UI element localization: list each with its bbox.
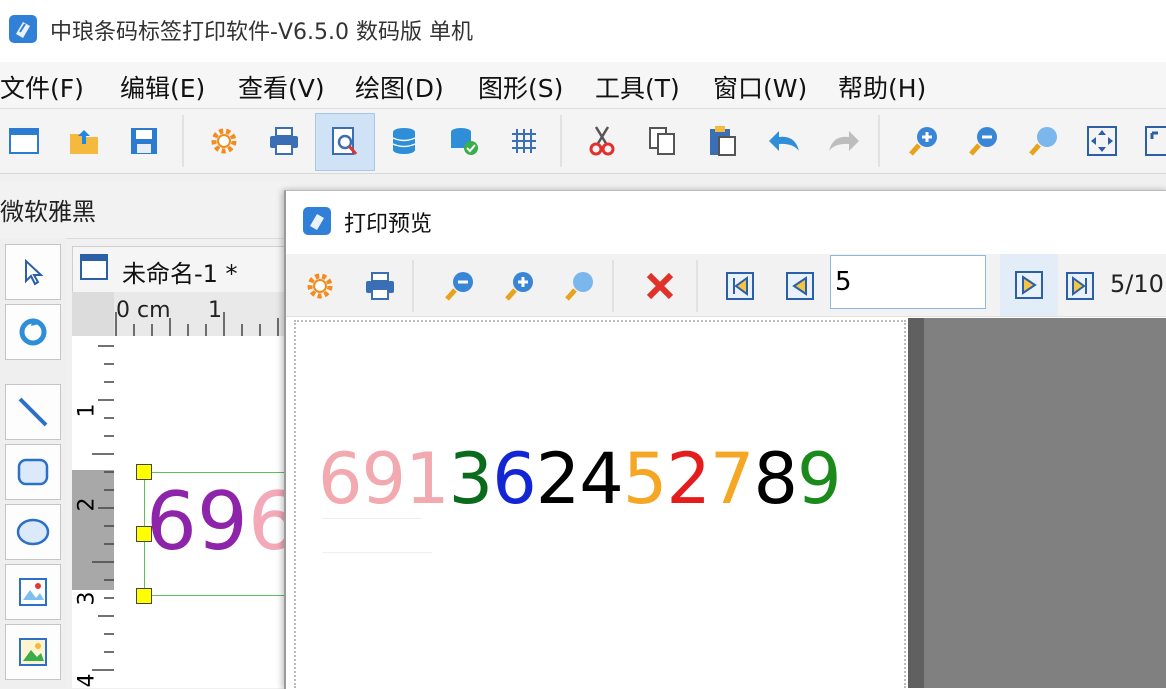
print-preview-icon[interactable] bbox=[315, 113, 375, 171]
page-number-input[interactable]: 5 bbox=[830, 255, 986, 309]
save-icon[interactable] bbox=[124, 119, 164, 163]
new-document-icon[interactable] bbox=[4, 119, 44, 163]
undo-icon[interactable] bbox=[764, 119, 804, 163]
selection-handle[interactable] bbox=[136, 464, 152, 480]
menu-view[interactable]: 查看(V) bbox=[238, 69, 325, 105]
zoom-in-icon[interactable] bbox=[904, 119, 944, 163]
cut-scissors-icon[interactable] bbox=[582, 119, 622, 163]
preview-toolbar bbox=[286, 254, 1166, 317]
preview-digit: 2 bbox=[666, 438, 711, 520]
preview-digit: 9 bbox=[361, 438, 407, 520]
ruler-v-tick-3: 3 bbox=[74, 591, 100, 606]
preview-guide-line bbox=[322, 552, 432, 553]
vertical-ruler: 1 2 3 4 bbox=[72, 336, 115, 688]
design-canvas[interactable]: 696 bbox=[114, 336, 299, 688]
rounded-rectangle-tool-icon[interactable] bbox=[5, 444, 61, 500]
fit-width-icon[interactable] bbox=[1138, 119, 1166, 163]
menu-help[interactable]: 帮助(H) bbox=[838, 69, 926, 105]
select-arrow-tool-icon[interactable] bbox=[5, 244, 61, 300]
selection-handle[interactable] bbox=[136, 588, 152, 604]
preview-digit: 6 bbox=[318, 438, 363, 520]
left-tool-panel bbox=[0, 238, 66, 688]
settings-gear-icon[interactable] bbox=[204, 119, 244, 163]
ruler-tick-label: 1 bbox=[208, 298, 222, 323]
open-folder-icon[interactable] bbox=[64, 119, 104, 163]
preview-guide-line bbox=[322, 518, 422, 519]
document-window-icon bbox=[80, 254, 108, 280]
preview-zoom-fit-icon[interactable] bbox=[560, 264, 600, 308]
ruler-v-tick-2: 2 bbox=[74, 497, 100, 512]
preview-digit: 3 bbox=[448, 438, 494, 520]
preview-background bbox=[908, 318, 1166, 688]
document-tab-label: 未命名-1 * bbox=[122, 260, 238, 288]
preview-digit: 9 bbox=[797, 438, 842, 520]
page-count-label: 5/10 bbox=[1110, 270, 1164, 298]
preview-digit: 1 bbox=[405, 438, 450, 520]
preview-print-icon[interactable] bbox=[360, 264, 400, 308]
horizontal-ruler: 0 cm 1 bbox=[72, 292, 286, 336]
first-page-icon[interactable] bbox=[720, 264, 760, 308]
database-check-icon[interactable] bbox=[444, 119, 484, 163]
font-family-select[interactable]: 微软雅黑 bbox=[0, 192, 96, 227]
menu-file[interactable]: 文件(F) bbox=[0, 69, 84, 105]
menu-window[interactable]: 窗口(W) bbox=[713, 69, 807, 105]
window-title: 中琅条码标签打印软件-V6.5.0 数码版 单机 bbox=[50, 20, 473, 45]
line-tool-icon[interactable] bbox=[5, 384, 61, 440]
preview-digit: 6 bbox=[492, 438, 537, 520]
selection-handle[interactable] bbox=[136, 526, 152, 542]
paste-icon[interactable] bbox=[702, 119, 742, 163]
redo-icon[interactable] bbox=[824, 119, 864, 163]
print-settings-gear-icon[interactable] bbox=[300, 264, 340, 308]
picture-tool-icon[interactable] bbox=[5, 624, 61, 680]
menu-edit[interactable]: 编辑(E) bbox=[120, 69, 205, 105]
fit-page-icon[interactable] bbox=[1082, 119, 1122, 163]
database-icon[interactable] bbox=[384, 119, 424, 163]
main-toolbar bbox=[0, 108, 1166, 174]
menu-tools[interactable]: 工具(T) bbox=[595, 69, 680, 105]
copy-icon[interactable] bbox=[642, 119, 682, 163]
last-page-icon[interactable] bbox=[1060, 264, 1100, 308]
ellipse-tool-icon[interactable] bbox=[5, 504, 61, 560]
app-logo-icon bbox=[8, 14, 38, 44]
menu-shape[interactable]: 图形(S) bbox=[478, 69, 563, 105]
rotate-tool-icon[interactable] bbox=[5, 304, 61, 360]
dialog-logo-icon bbox=[302, 206, 332, 236]
preview-barcode-digits: 691362452789 bbox=[318, 438, 842, 520]
preview-digit: 7 bbox=[709, 438, 755, 520]
ruler-v-tick-1: 1 bbox=[74, 403, 100, 418]
preview-zoom-out-icon[interactable] bbox=[440, 264, 480, 308]
preview-zoom-in-icon[interactable] bbox=[500, 264, 540, 308]
preview-digit: 4 bbox=[579, 438, 624, 520]
canvas-barcode-text: 696 bbox=[146, 475, 299, 568]
zoom-actual-icon[interactable] bbox=[1024, 119, 1064, 163]
ruler-unit-label: 0 cm bbox=[116, 298, 171, 323]
print-icon[interactable] bbox=[264, 119, 304, 163]
image-tool-icon[interactable] bbox=[5, 564, 61, 620]
close-preview-icon[interactable] bbox=[640, 264, 680, 308]
dialog-title: 打印预览 bbox=[344, 212, 433, 237]
grid-icon[interactable] bbox=[504, 119, 544, 163]
next-page-icon[interactable] bbox=[1000, 254, 1058, 316]
preview-digit: 5 bbox=[622, 438, 668, 520]
previous-page-icon[interactable] bbox=[780, 264, 820, 308]
ruler-v-tick-4: 4 bbox=[74, 673, 100, 688]
preview-digit: 8 bbox=[753, 438, 798, 520]
menu-bar: 文件(F) 编辑(E) 查看(V) 绘图(D) 图形(S) 工具(T) 窗口(W… bbox=[0, 62, 1166, 108]
menu-draw[interactable]: 绘图(D) bbox=[355, 69, 444, 105]
preview-digit: 2 bbox=[535, 438, 581, 520]
zoom-out-icon[interactable] bbox=[964, 119, 1004, 163]
